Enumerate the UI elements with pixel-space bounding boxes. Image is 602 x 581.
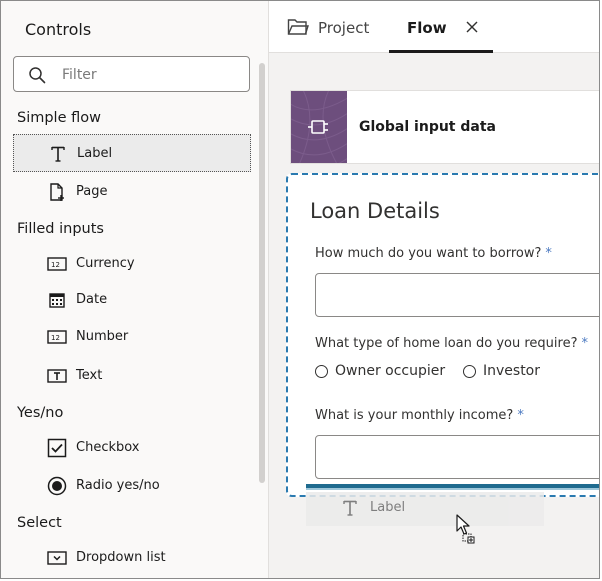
question-monthly-income: What is your monthly income? *: [315, 408, 524, 423]
tab-flow[interactable]: Flow: [407, 19, 447, 37]
control-item-text[interactable]: Text: [13, 357, 251, 395]
section-simple-flow: Simple flow: [17, 110, 101, 126]
control-item-currency[interactable]: 12 Currency: [13, 245, 251, 283]
required-marker: *: [581, 336, 589, 351]
tab-project[interactable]: Project: [318, 19, 369, 37]
control-item-label[interactable]: Label: [13, 134, 251, 172]
radio-circle: [315, 364, 328, 378]
text-field-icon: [46, 366, 68, 386]
controls-scrollbar[interactable]: [259, 63, 265, 483]
control-item-dropdown-text: Dropdown list: [76, 550, 166, 565]
control-item-checkbox-text: Checkbox: [76, 440, 140, 455]
section-select: Select: [17, 515, 62, 531]
tab-bar: Project Flow: [269, 1, 599, 53]
control-item-label-text: Label: [77, 146, 113, 161]
required-marker: *: [517, 408, 524, 423]
control-item-text-text: Text: [76, 368, 103, 383]
checkbox-icon: [46, 438, 68, 458]
text-t-icon: [47, 144, 69, 164]
filter-box[interactable]: [13, 56, 250, 92]
radio-investor[interactable]: Investor: [463, 363, 540, 379]
flow-canvas-area: Project Flow Global input data Loan Deta…: [269, 1, 599, 578]
global-input-card[interactable]: Global input data: [290, 90, 599, 164]
svg-text:12: 12: [51, 334, 60, 342]
question-text: How much do you want to borrow?: [315, 246, 542, 261]
radio-icon: [46, 476, 68, 496]
number-field-icon: 12: [46, 254, 68, 274]
question-borrow-amount: How much do you want to borrow? *: [315, 246, 552, 261]
close-icon[interactable]: [465, 20, 479, 34]
svg-text:12: 12: [51, 261, 60, 269]
loan-details-page[interactable]: Loan Details How much do you want to bor…: [286, 173, 599, 497]
control-item-dropdown[interactable]: Dropdown list: [13, 539, 251, 577]
control-item-number-text: Number: [76, 329, 129, 344]
control-item-page-text: Page: [76, 184, 108, 199]
drag-cursor-icon: [456, 514, 475, 544]
folder-icon: [287, 19, 309, 35]
borrow-amount-field[interactable]: [315, 273, 599, 317]
monthly-income-field[interactable]: [315, 435, 599, 479]
section-yes-no: Yes/no: [17, 405, 64, 421]
dropdown-icon: [46, 548, 68, 568]
drag-ghost-text: Label: [370, 500, 406, 515]
global-input-title: Global input data: [359, 119, 496, 135]
number-field-icon: 12: [46, 327, 68, 347]
control-item-date[interactable]: Date: [13, 281, 251, 319]
radio-label: Owner occupier: [335, 363, 446, 379]
required-marker: *: [545, 246, 552, 261]
control-item-date-text: Date: [76, 292, 108, 307]
controls-title: Controls: [25, 20, 92, 39]
page-add-icon: [46, 182, 68, 202]
filter-input[interactable]: [60, 63, 244, 87]
control-item-radio-text: Radio yes/no: [76, 478, 160, 493]
question-text: What is your monthly income?: [315, 408, 514, 423]
drop-indicator-shadow: [306, 488, 599, 490]
text-t-icon: [339, 498, 361, 518]
active-tab-indicator: [389, 50, 493, 53]
section-filled-inputs: Filled inputs: [17, 221, 104, 237]
control-item-radio[interactable]: Radio yes/no: [13, 467, 251, 505]
radio-circle: [463, 364, 476, 378]
app-window: Controls Simple flow Label: [0, 0, 600, 579]
search-icon: [29, 67, 46, 84]
control-item-page[interactable]: Page: [13, 173, 251, 211]
controls-panel: Controls Simple flow Label: [1, 1, 269, 578]
radio-label: Investor: [483, 363, 541, 379]
radio-owner-occupier[interactable]: Owner occupier: [315, 363, 445, 379]
question-loan-type: What type of home loan do you require? *: [315, 336, 588, 351]
question-text: What type of home loan do you require?: [315, 336, 578, 351]
drag-ghost-label: Label: [306, 492, 544, 526]
calendar-icon: [46, 290, 68, 310]
plug-icon: [291, 91, 347, 163]
control-item-currency-text: Currency: [76, 256, 135, 271]
control-item-number[interactable]: 12 Number: [13, 318, 251, 356]
form-title: Loan Details: [310, 199, 440, 223]
control-item-checkbox[interactable]: Checkbox: [13, 429, 251, 467]
